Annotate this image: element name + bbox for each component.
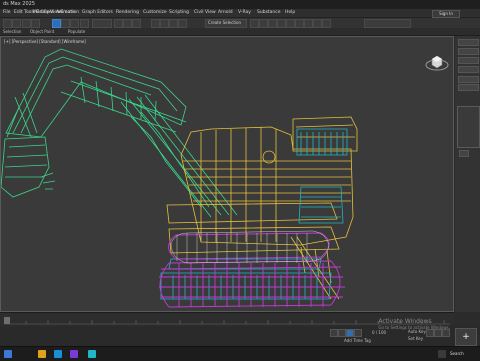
file-explorer-icon[interactable]: [38, 350, 46, 358]
render-frame-icon[interactable]: [313, 19, 322, 28]
motion-tab[interactable]: [458, 66, 479, 73]
align-icon[interactable]: [259, 19, 268, 28]
excavator-engine-cyan: [160, 128, 348, 300]
pan-icon[interactable]: [434, 329, 442, 337]
link-icon[interactable]: [22, 19, 31, 28]
modify-tab[interactable]: [458, 48, 479, 55]
ribbon-tabs: Selection Object Paint Populate: [0, 28, 480, 36]
menu-substance[interactable]: Substance: [257, 9, 281, 17]
view-dropdown[interactable]: [92, 19, 112, 28]
sign-in-button[interactable]: Sign In: [432, 10, 460, 18]
menu-civil-view[interactable]: Civil View: [194, 9, 216, 17]
schematic-icon[interactable]: [286, 19, 295, 28]
store-icon[interactable]: [70, 350, 78, 358]
zoom-icon[interactable]: [426, 329, 434, 337]
utilities-tab[interactable]: [458, 84, 479, 91]
tab-selection[interactable]: Selection: [3, 28, 21, 35]
3dsmax-taskbar-icon[interactable]: [88, 350, 96, 358]
rotate-icon[interactable]: [123, 19, 132, 28]
time-slider-thumb: [4, 317, 10, 324]
modifier-stack[interactable]: [457, 106, 480, 148]
frame-counter: 0 / 100: [372, 330, 387, 335]
select-object-icon[interactable]: [52, 19, 61, 28]
render-icon[interactable]: [322, 19, 331, 28]
tab-populate[interactable]: Populate: [68, 28, 85, 35]
undo-icon[interactable]: [3, 19, 12, 28]
select-region-icon[interactable]: [70, 19, 79, 28]
taskbar-search-label[interactable]: Search: [450, 351, 464, 356]
next-frame-icon[interactable]: [354, 329, 362, 337]
spinner-snap-icon[interactable]: [178, 19, 187, 28]
menu-edit[interactable]: Edit: [14, 9, 23, 17]
layers-icon[interactable]: [268, 19, 277, 28]
window-crossing-icon[interactable]: [80, 19, 89, 28]
excavator-boom-arm: [1, 48, 238, 218]
watermark-line2: Go to Settings to activate Windows.: [378, 325, 450, 330]
pin-stack-icon[interactable]: [459, 150, 469, 157]
menu-vray[interactable]: V-Ray: [238, 9, 251, 17]
command-panel: [455, 36, 480, 312]
selection-set-dropdown[interactable]: Create Selection Se...: [205, 19, 247, 33]
tab-object-paint[interactable]: Object Paint: [30, 28, 54, 35]
menu-customize[interactable]: Customize: [143, 9, 167, 17]
window-title: ds Max 2025: [3, 1, 36, 7]
perspective-viewport[interactable]: [+] [Perspective] [Standard] [Wireframe]: [0, 36, 454, 312]
previous-frame-icon[interactable]: [338, 329, 346, 337]
menu-graph-editors[interactable]: Graph Editors: [82, 9, 113, 17]
set-key-button[interactable]: Set Key: [408, 336, 423, 341]
menu-help[interactable]: Help: [285, 9, 295, 17]
render-setup-icon[interactable]: [304, 19, 313, 28]
create-tab[interactable]: [458, 39, 479, 46]
watermark-line1: Activate Windows: [378, 318, 432, 325]
move-icon[interactable]: [114, 19, 123, 28]
curve-editor-icon[interactable]: [277, 19, 286, 28]
taskbar: Search: [0, 346, 480, 361]
unlink-icon[interactable]: [31, 19, 40, 28]
menu-rendering[interactable]: Rendering: [116, 9, 139, 17]
excavator-wireframe[interactable]: [1, 37, 455, 313]
search-icon[interactable]: [438, 350, 446, 358]
mirror-icon[interactable]: [250, 19, 259, 28]
menu-scripting[interactable]: Scripting: [169, 9, 189, 17]
menu-arnold[interactable]: Arnold: [218, 9, 233, 17]
add-icon[interactable]: +: [455, 328, 477, 346]
select-by-name-icon[interactable]: [61, 19, 70, 28]
menu-bar: File Edit Tools Group Views Create Modif…: [0, 9, 480, 18]
edge-icon[interactable]: [54, 350, 62, 358]
angle-snap-icon[interactable]: [160, 19, 169, 28]
percent-snap-icon[interactable]: [169, 19, 178, 28]
orbit-icon[interactable]: [442, 329, 450, 337]
scale-icon[interactable]: [132, 19, 141, 28]
workspace-dropdown[interactable]: [364, 19, 411, 28]
activate-windows-watermark: Activate Windows Go to Settings to activ…: [378, 318, 450, 330]
start-icon[interactable]: [4, 350, 12, 358]
add-time-tag[interactable]: Add Time Tag: [344, 338, 371, 343]
snap-3d-icon[interactable]: [151, 19, 160, 28]
menu-animation[interactable]: Animation: [56, 9, 79, 17]
excavator-cab-body: [166, 116, 358, 300]
go-to-start-icon[interactable]: [330, 329, 338, 337]
material-editor-icon[interactable]: [295, 19, 304, 28]
hierarchy-tab[interactable]: [458, 57, 479, 64]
redo-icon[interactable]: [12, 19, 21, 28]
display-tab[interactable]: [458, 76, 479, 83]
menu-modifiers-visible[interactable]: Modifiers: [33, 9, 54, 17]
menu-file[interactable]: File: [3, 9, 11, 17]
title-bar: ds Max 2025: [0, 0, 480, 9]
play-icon[interactable]: [346, 329, 354, 337]
